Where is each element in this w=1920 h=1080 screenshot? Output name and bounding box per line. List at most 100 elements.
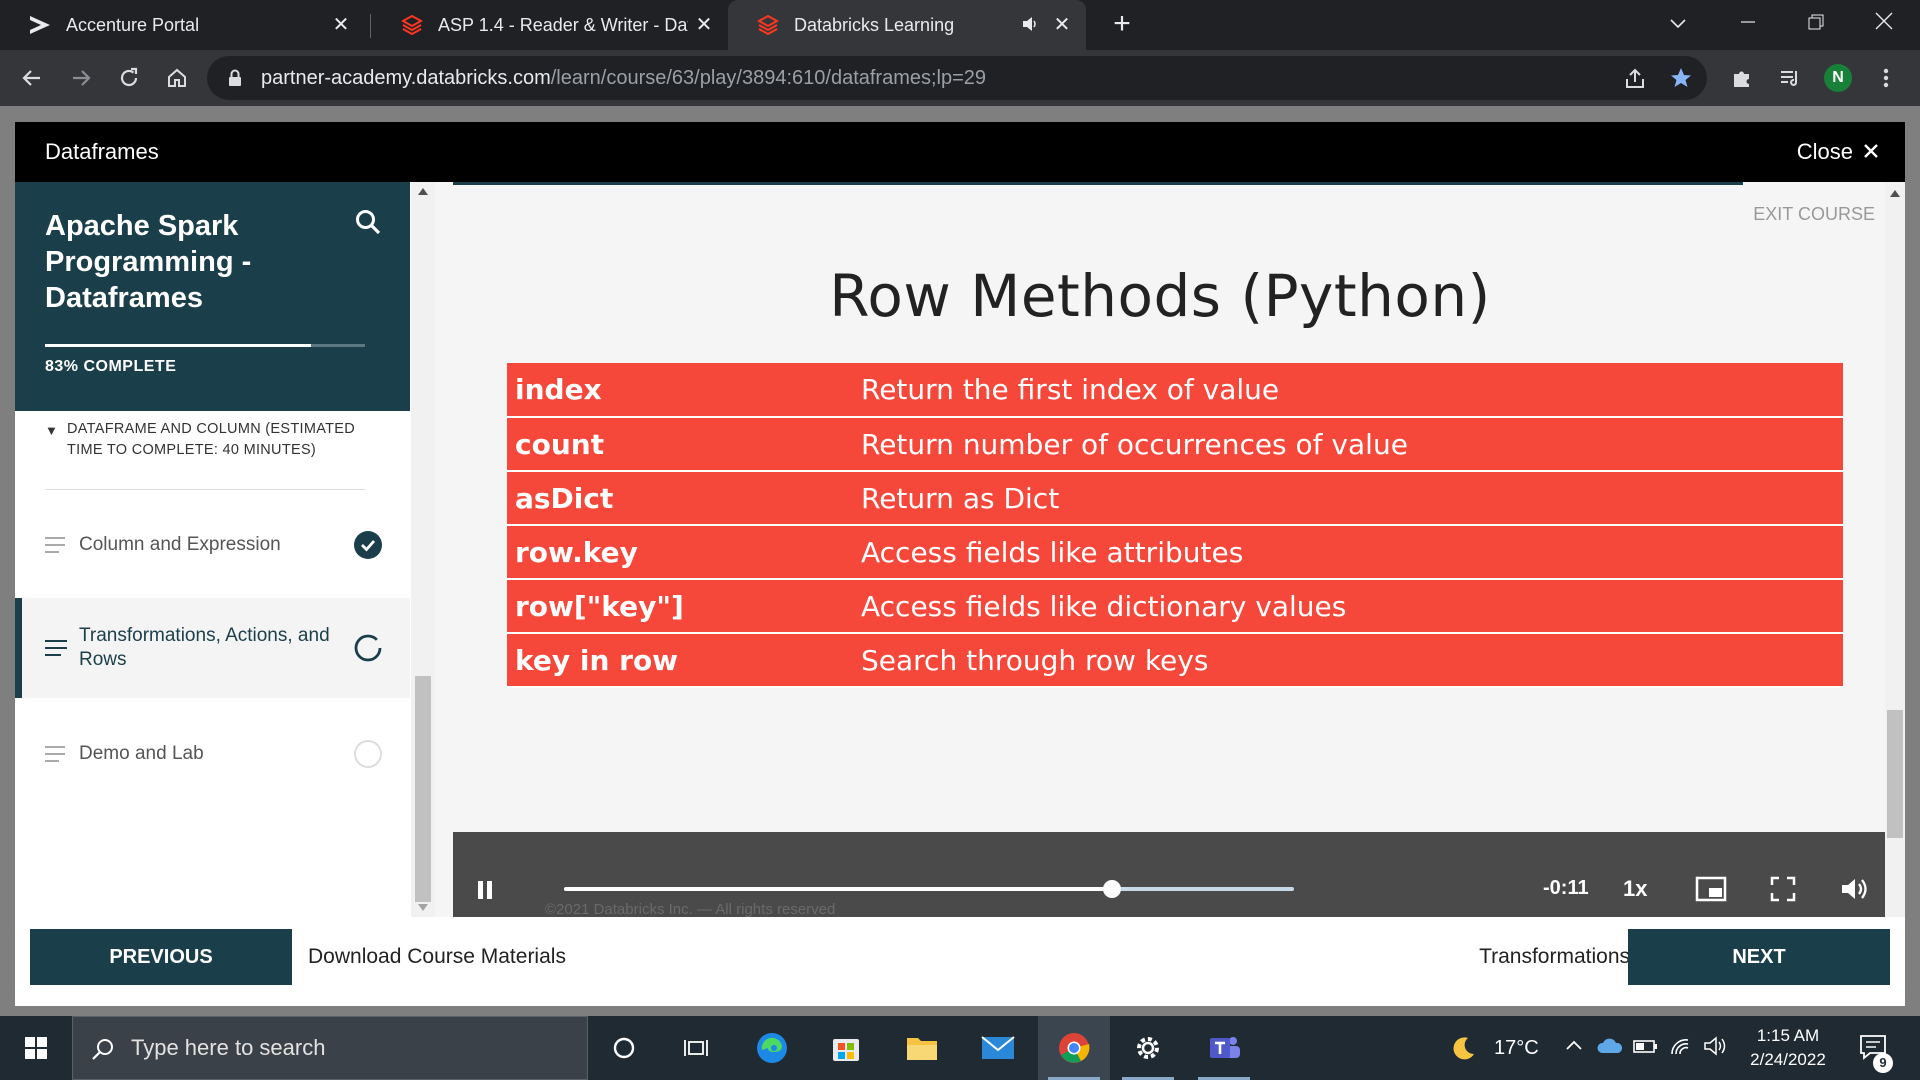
seek-bar[interactable] <box>564 880 1294 898</box>
tab-search-chevron-icon[interactable] <box>1658 6 1698 42</box>
windows-start-icon[interactable] <box>0 1016 72 1080</box>
content-top-rule <box>453 182 1743 185</box>
method-description: Search through row keys <box>853 633 1843 688</box>
tab-title: ASP 1.4 - Reader & Writer - Data <box>438 14 688 35</box>
search-icon[interactable] <box>354 208 384 238</box>
volume-icon[interactable] <box>1839 875 1871 905</box>
audio-playing-icon[interactable] <box>1020 14 1040 39</box>
close-button[interactable]: Close <box>1797 122 1879 182</box>
method-name: row["key"] <box>507 579 853 634</box>
back-icon[interactable] <box>16 62 48 94</box>
chevron-up-icon[interactable] <box>1562 1034 1590 1062</box>
lesson-item-column-and-expression[interactable]: Column and Expression <box>15 495 410 595</box>
tab-separator <box>370 14 371 38</box>
minimize-window-icon[interactable] <box>1728 6 1768 42</box>
sidebar-scroll-thumb[interactable] <box>415 676 431 902</box>
restore-window-icon[interactable] <box>1796 6 1836 42</box>
sidebar-scrollbar[interactable] <box>411 182 435 917</box>
lock-icon[interactable] <box>227 69 243 92</box>
method-description: Access fields like attributes <box>853 525 1843 580</box>
lesson-item-transformations-actions-rows[interactable]: Transformations, Actions, and Rows <box>15 598 410 698</box>
exit-course-link[interactable]: EXIT COURSE <box>1753 204 1875 225</box>
forward-icon[interactable] <box>65 62 97 94</box>
course-progress-fill <box>45 344 311 347</box>
lesson-content: EXIT COURSE Row Methods (Python) index Re… <box>435 182 1885 917</box>
content-scroll-thumb[interactable] <box>1887 710 1903 838</box>
seek-handle[interactable] <box>1102 880 1121 898</box>
section-header[interactable]: ▼ DATAFRAME AND COLUMN (ESTIMATED TIME T… <box>45 419 367 461</box>
method-description: Return number of occurrences of value <box>853 417 1843 472</box>
taskbar-search-placeholder: Type here to search <box>131 1035 326 1060</box>
close-tab-icon[interactable]: ✕ <box>692 13 716 37</box>
download-course-materials-link[interactable]: Download Course Materials <box>308 929 566 985</box>
previous-button[interactable]: PREVIOUS <box>30 929 292 985</box>
table-row: index Return the first index of value <box>507 363 1843 418</box>
reload-icon[interactable] <box>113 62 145 94</box>
windows-taskbar: Type here to search 17°C 1:15 AM 2/24/20… <box>0 1016 1920 1080</box>
tab-title: Databricks Learning <box>794 14 955 35</box>
system-clock[interactable]: 1:15 AM 2/24/2022 <box>1740 1024 1836 1072</box>
browser-menu-icon[interactable] <box>1870 62 1902 94</box>
microsoft-store-icon[interactable] <box>810 1016 882 1080</box>
share-icon[interactable] <box>1623 67 1647 94</box>
method-description: Return as Dict <box>853 471 1843 526</box>
task-view-icon[interactable] <box>660 1016 732 1080</box>
cortana-icon[interactable] <box>588 1016 660 1080</box>
profile-avatar[interactable]: N <box>1822 62 1854 94</box>
tab-accenture-portal[interactable]: Accenture Portal ✕ <box>0 0 365 50</box>
method-name: row.key <box>507 525 853 580</box>
caret-down-icon: ▼ <box>45 423 59 438</box>
picture-in-picture-icon[interactable] <box>1695 875 1727 905</box>
playback-speed-button[interactable]: 1x <box>1623 876 1647 902</box>
tab-databricks-learning[interactable]: Databricks Learning ✕ <box>728 0 1086 50</box>
modal-title: Dataframes <box>45 139 159 164</box>
time-remaining: -0:11 <box>1543 877 1589 899</box>
extensions-puzzle-icon[interactable] <box>1726 62 1758 94</box>
url-text[interactable]: partner-academy.databricks.com/learn/cou… <box>261 56 986 100</box>
bookmark-star-icon[interactable] <box>1669 66 1693 95</box>
scroll-down-arrow-icon[interactable] <box>418 904 428 911</box>
method-name: index <box>507 363 853 418</box>
lesson-item-demo-and-lab[interactable]: Demo and Lab <box>15 704 410 804</box>
close-tab-icon[interactable]: ✕ <box>1050 13 1074 37</box>
next-button[interactable]: NEXT <box>1628 929 1890 985</box>
speaker-icon[interactable] <box>1702 1034 1730 1062</box>
course-title: Apache Spark Programming - Dataframes <box>45 210 252 314</box>
new-tab-button[interactable]: + <box>1107 9 1137 40</box>
edge-browser-icon[interactable] <box>736 1016 808 1080</box>
chrome-taskbar-icon[interactable] <box>1038 1016 1110 1080</box>
onedrive-cloud-icon[interactable] <box>1596 1034 1624 1062</box>
copyright-notice: ©2021 Databricks Inc. — All rights reser… <box>545 901 836 917</box>
lesson-label: Column and Expression <box>79 534 281 555</box>
content-scrollbar[interactable] <box>1885 182 1905 917</box>
menu-lines-icon <box>45 640 67 656</box>
scroll-up-arrow-icon[interactable] <box>418 188 428 195</box>
address-bar[interactable]: partner-academy.databricks.com/learn/cou… <box>207 56 1707 100</box>
file-explorer-icon[interactable] <box>886 1016 958 1080</box>
fullscreen-icon[interactable] <box>1769 875 1801 905</box>
close-window-icon[interactable] <box>1864 6 1904 42</box>
slide-title: Row Methods (Python) <box>829 262 1491 330</box>
databricks-logo-icon <box>756 13 780 37</box>
taskbar-search-box[interactable]: Type here to search <box>72 1016 588 1080</box>
in-progress-ring-icon <box>354 634 382 662</box>
method-description: Access fields like dictionary values <box>853 579 1843 634</box>
close-tab-icon[interactable]: ✕ <box>329 13 353 37</box>
moon-weather-icon[interactable] <box>1450 1034 1478 1062</box>
battery-icon[interactable] <box>1632 1034 1660 1062</box>
mail-icon[interactable] <box>962 1016 1034 1080</box>
pause-button[interactable] <box>473 878 497 902</box>
clock-date: 2/24/2022 <box>1750 1050 1826 1069</box>
close-label: Close <box>1796 139 1853 164</box>
section-title: DATAFRAME AND COLUMN (ESTIMATED TIME TO … <box>67 421 356 458</box>
weather-temperature[interactable]: 17°C <box>1494 1016 1539 1080</box>
not-started-ring-icon <box>354 740 382 768</box>
lesson-label: Transformations, Actions, and Rows <box>79 625 330 670</box>
tab-asp-reader-writer[interactable]: ASP 1.4 - Reader & Writer - Data ✕ <box>372 0 728 50</box>
scroll-up-arrow-icon[interactable] <box>1890 190 1900 197</box>
media-queue-icon[interactable] <box>1774 62 1806 94</box>
settings-gear-icon[interactable] <box>1112 1016 1184 1080</box>
home-icon[interactable] <box>161 62 193 94</box>
wifi-icon[interactable] <box>1668 1034 1696 1062</box>
teams-icon[interactable] <box>1188 1016 1260 1080</box>
